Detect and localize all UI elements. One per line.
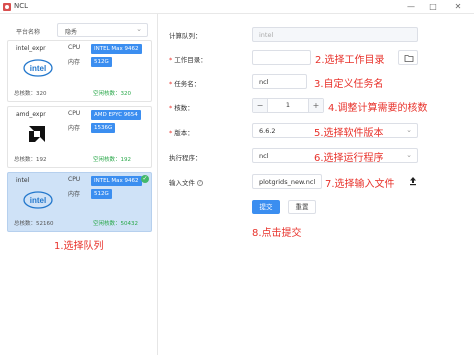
queue-value: intel <box>259 31 274 39</box>
queue-card-amd-expr[interactable]: amd_expr CPU AMD EPYC 9654 内存 1536G 总核数：… <box>7 106 152 168</box>
folder-button[interactable] <box>398 50 418 65</box>
intel-logo-icon: intel <box>23 191 53 209</box>
annotation-select-queue: 1.选择队列 <box>54 241 104 252</box>
memory-tag: 512G <box>91 57 112 67</box>
decrement-button[interactable]: − <box>253 99 268 112</box>
memory-tag: 512G <box>91 189 112 199</box>
chevron-down-icon: ⌄ <box>406 151 412 159</box>
help-icon[interactable]: ? <box>197 180 203 186</box>
cores-label: * 核数： <box>169 102 194 112</box>
amd-logo-icon <box>29 126 45 142</box>
cores-stepper[interactable]: − 1 + <box>252 98 324 113</box>
close-button[interactable]: ✕ <box>449 0 467 14</box>
version-label: * 版本： <box>169 127 194 137</box>
platform-value: 隐秀 <box>65 29 78 36</box>
selected-check-icon: ✓ <box>141 175 149 183</box>
input-file-field[interactable]: plotgrids_new.ncl <box>252 174 322 189</box>
queue-label: 计算队列： <box>169 32 202 40</box>
memory-label: 内存 <box>68 125 81 132</box>
version-label-text: 版本： <box>174 129 194 137</box>
annotation-cores: 4.调整计算需要的核数 <box>328 103 428 114</box>
increment-button[interactable]: + <box>308 99 323 112</box>
version-value: 6.6.2 <box>259 127 276 135</box>
required-mark: * <box>169 129 173 137</box>
jobname-label-text: 任务名： <box>174 80 201 88</box>
required-mark: * <box>169 80 173 88</box>
memory-label: 内存 <box>68 191 81 198</box>
memory-tag: 1536G <box>91 123 116 133</box>
intel-logo-icon: intel <box>23 59 53 77</box>
free-cores: 空闲核数：320 <box>93 91 131 97</box>
total-cores: 总核数：192 <box>14 157 47 163</box>
cpu-label: CPU <box>68 176 81 183</box>
platform-label: 平台名称 <box>16 29 41 36</box>
input-file-label-text: 输入文件 <box>169 179 195 187</box>
queue-name: amd_expr <box>16 111 46 118</box>
cpu-label: CPU <box>68 44 81 51</box>
cpu-tag: INTEL Max 9462 <box>91 44 142 54</box>
svg-text:intel: intel <box>30 196 46 205</box>
cpu-tag: AMD EPYC 9654 <box>91 110 141 120</box>
window-title: NCL <box>14 2 29 10</box>
cpu-tag: INTEL Max 9462 <box>91 176 142 186</box>
title-bar: NCL — □ ✕ <box>0 0 474 14</box>
required-mark: * <box>169 56 173 64</box>
app-icon <box>3 3 11 11</box>
cpu-label: CPU <box>68 110 81 117</box>
submit-button[interactable]: 提交 <box>252 200 280 214</box>
total-cores: 总核数：320 <box>14 91 47 97</box>
platform-select[interactable]: 隐秀 ⌄ <box>57 23 148 37</box>
jobname-label: * 任务名： <box>169 78 200 88</box>
program-value: ncl <box>259 152 269 160</box>
annotation-input-file: 7.选择输入文件 <box>325 179 395 190</box>
free-cores: 空闲核数：192 <box>93 157 131 163</box>
svg-text:intel: intel <box>30 64 46 73</box>
queue-name: intel_expr <box>16 45 46 52</box>
reset-button[interactable]: 重置 <box>288 200 316 214</box>
annotation-version: 5.选择软件版本 <box>314 128 384 139</box>
queue-name: intel <box>16 177 30 184</box>
free-cores: 空闲核数：50432 <box>93 221 138 227</box>
total-cores: 总核数：52160 <box>14 221 54 227</box>
cores-value[interactable]: 1 <box>268 101 308 109</box>
input-file-value: plotgrids_new.ncl <box>259 178 316 186</box>
queue-field: intel <box>252 27 418 42</box>
chevron-down-icon: ⌄ <box>136 25 142 33</box>
workdir-label-text: 工作目录： <box>174 56 207 64</box>
upload-icon[interactable] <box>408 176 418 186</box>
jobname-value: ncl <box>259 78 269 86</box>
queue-card-intel-expr[interactable]: intel_expr intel CPU INTEL Max 9462 内存 5… <box>7 40 152 102</box>
memory-label: 内存 <box>68 59 81 66</box>
chevron-down-icon: ⌄ <box>406 126 412 134</box>
queue-card-intel[interactable]: intel intel CPU INTEL Max 9462 内存 512G 总… <box>7 172 152 232</box>
input-file-label: 输入文件? <box>169 177 203 187</box>
annotation-jobname: 3.自定义任务名 <box>314 79 384 90</box>
maximize-button[interactable]: □ <box>424 0 442 14</box>
jobname-input[interactable]: ncl <box>252 74 307 89</box>
annotation-workdir: 2.选择工作目录 <box>315 55 385 66</box>
minimize-button[interactable]: — <box>402 0 420 14</box>
required-mark: * <box>169 104 173 112</box>
annotation-program: 6.选择运行程序 <box>314 153 384 164</box>
workdir-input[interactable] <box>252 50 311 65</box>
cores-label-text: 核数： <box>174 104 194 112</box>
workdir-label: * 工作目录： <box>169 54 207 64</box>
annotation-submit: 8.点击提交 <box>252 228 302 239</box>
program-label: 执行程序： <box>169 154 202 162</box>
folder-icon <box>404 55 414 62</box>
